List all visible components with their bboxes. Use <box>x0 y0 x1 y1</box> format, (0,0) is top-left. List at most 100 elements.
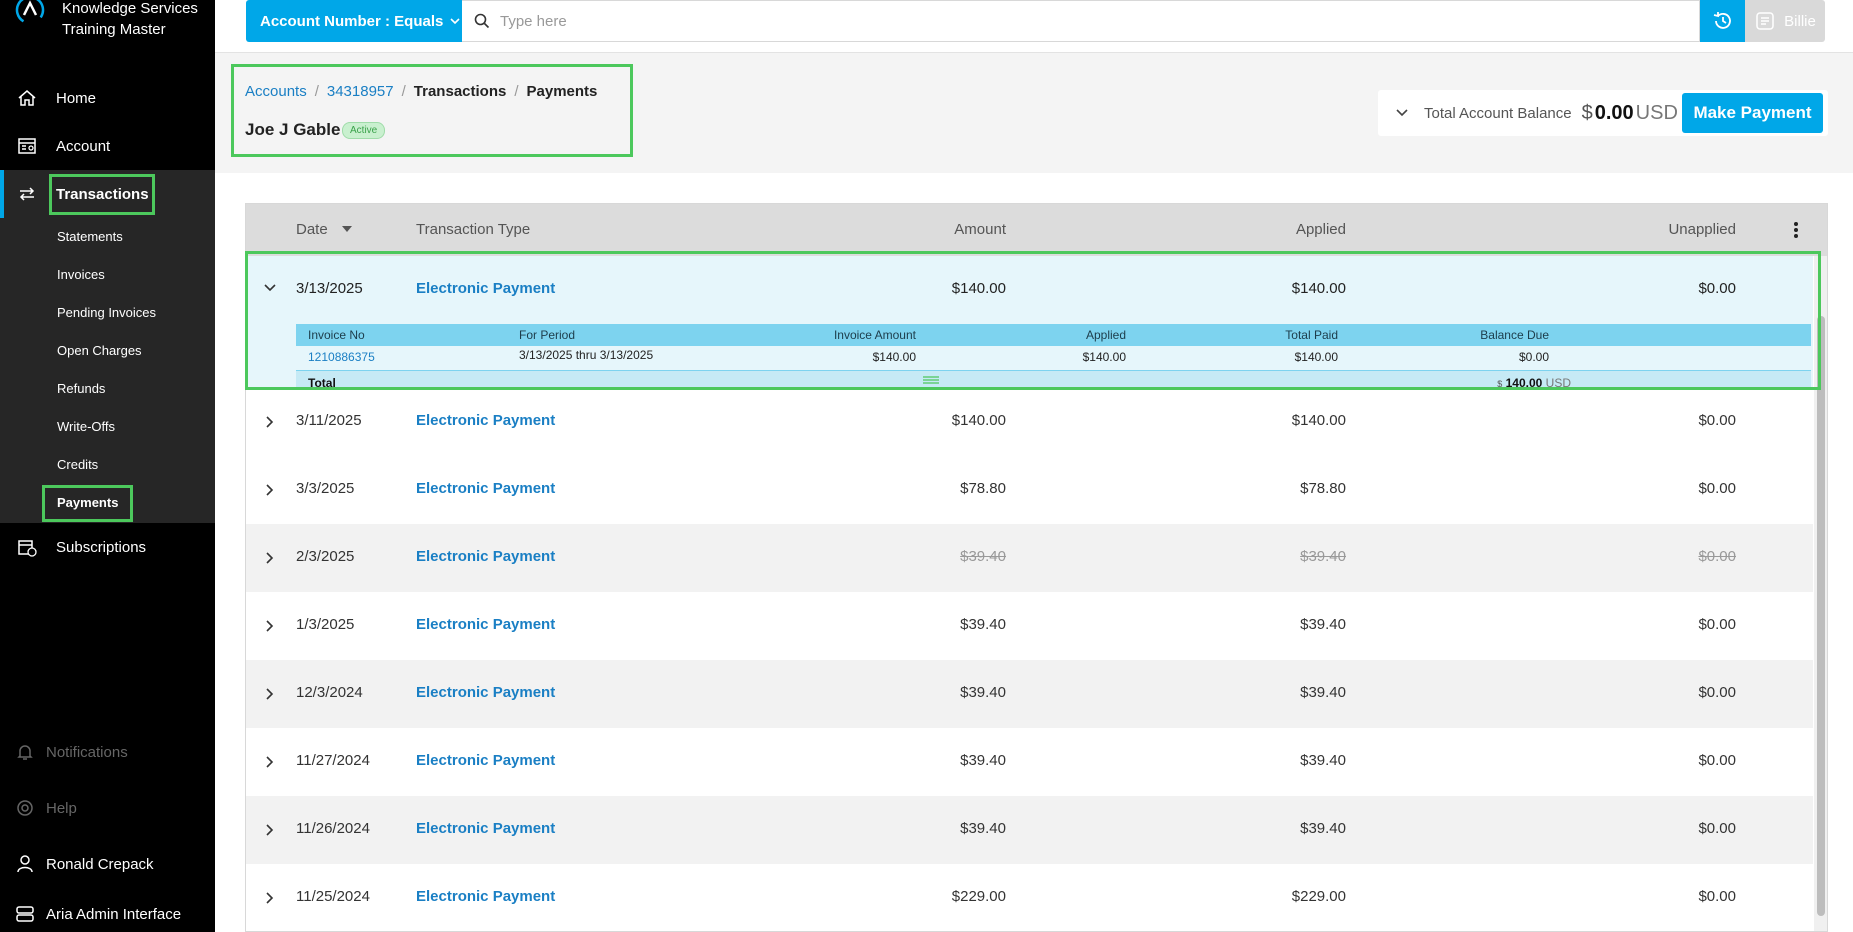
history-button[interactable] <box>1700 0 1745 42</box>
subscriptions-icon <box>16 536 38 558</box>
sub-balance-due: $0.00 <box>1518 350 1549 364</box>
row-type-link[interactable]: Electronic Payment <box>416 684 555 701</box>
sidebar-item-subscriptions[interactable]: Subscriptions <box>0 523 215 571</box>
sidebar-item-home[interactable]: Home <box>0 74 215 122</box>
more-options-icon[interactable] <box>1786 220 1806 240</box>
row-type-link[interactable]: Electronic Payment <box>416 548 555 565</box>
row-applied: $39.40 <box>1300 820 1346 837</box>
chevron-down-icon <box>450 18 460 25</box>
row-applied: $229.00 <box>1291 888 1346 905</box>
header-applied[interactable]: Applied <box>1106 221 1346 238</box>
submenu-item-statements[interactable]: Statements <box>57 227 123 247</box>
search-input[interactable] <box>500 12 1400 30</box>
billie-button[interactable]: Billie <box>1745 0 1825 42</box>
sidebar-item-label: Home <box>56 89 97 107</box>
row-type-link[interactable]: Electronic Payment <box>416 616 555 633</box>
search-filter-dropdown[interactable]: Account Number : Equals <box>246 0 462 42</box>
header-unapplied[interactable]: Unapplied <box>1496 221 1736 238</box>
row-amount: $229.00 <box>951 888 1006 905</box>
sidebar-item-account[interactable]: Account <box>0 122 215 170</box>
row-applied: $140.00 <box>1291 280 1346 297</box>
chevron-right-icon[interactable] <box>262 550 278 566</box>
breadcrumb-separator: / <box>314 83 319 100</box>
invoice-number-link[interactable]: 1210886375 <box>308 350 375 364</box>
sidebar-item-help[interactable]: Help <box>0 784 215 832</box>
search-filter-label: Account Number : Equals <box>260 12 444 30</box>
row-date: 1/3/2025 <box>296 616 355 633</box>
chevron-right-icon[interactable] <box>262 754 278 770</box>
sidebar-item-transactions[interactable]: Transactions <box>0 170 215 218</box>
scrollbar-thumb[interactable] <box>1817 316 1825 916</box>
breadcrumb-transactions: Transactions <box>413 83 507 100</box>
row-type-link[interactable]: Electronic Payment <box>416 280 555 297</box>
sidebar-item-label: Subscriptions <box>56 538 147 556</box>
user-icon <box>14 853 36 875</box>
sort-down-icon <box>341 226 352 232</box>
table-row[interactable]: 11/26/2024 Electronic Payment $39.40 $39… <box>246 796 1813 864</box>
chevron-right-icon[interactable] <box>262 618 278 634</box>
submenu-item-write-offs[interactable]: Write-Offs <box>57 417 115 437</box>
sidebar-item-label: Notifications <box>46 743 128 761</box>
breadcrumb-separator: / <box>401 83 406 100</box>
breadcrumb-separator: / <box>514 83 519 100</box>
sidebar-item-label: Aria Admin Interface <box>46 905 182 923</box>
table-row[interactable]: 12/3/2024 Electronic Payment $39.40 $39.… <box>246 660 1813 728</box>
table-row[interactable]: 1/3/2025 Electronic Payment $39.40 $39.4… <box>246 592 1813 660</box>
table-row[interactable]: 2/3/2025 Electronic Payment $39.40 $39.4… <box>246 524 1813 592</box>
breadcrumb: Accounts / 34318957 / Transactions / Pay… <box>245 83 597 100</box>
submenu-item-refunds[interactable]: Refunds <box>57 379 105 399</box>
table-row[interactable]: 11/25/2024 Electronic Payment $229.00 $2… <box>246 864 1813 931</box>
subtable-total-row: Total $ 140.00 USD <box>296 370 1811 390</box>
row-amount: $140.00 <box>951 280 1006 297</box>
resize-handle-icon[interactable] <box>923 376 939 384</box>
row-date: 2/3/2025 <box>296 548 355 565</box>
sidebar-item-user[interactable]: Ronald Crepack <box>0 840 215 888</box>
table-row[interactable]: 3/11/2025 Electronic Payment $140.00 $14… <box>246 388 1813 456</box>
chevron-down-icon[interactable] <box>1394 105 1410 121</box>
row-applied: $39.40 <box>1300 548 1346 565</box>
make-payment-button[interactable]: Make Payment <box>1682 93 1823 133</box>
transactions-icon <box>16 183 38 205</box>
brand[interactable]: Knowledge Services Training Master <box>14 0 198 45</box>
sidebar-item-notifications[interactable]: Notifications <box>0 728 215 776</box>
chevron-right-icon[interactable] <box>262 686 278 702</box>
chevron-down-icon[interactable] <box>262 280 278 296</box>
chevron-right-icon[interactable] <box>262 822 278 838</box>
submenu-item-pending-invoices[interactable]: Pending Invoices <box>57 303 156 323</box>
submenu-item-credits[interactable]: Credits <box>57 455 98 475</box>
row-unapplied: $0.00 <box>1698 752 1736 769</box>
submenu-item-payments[interactable]: Payments <box>57 493 118 513</box>
chevron-right-icon[interactable] <box>262 890 278 906</box>
submenu-item-invoices[interactable]: Invoices <box>57 265 105 285</box>
sub-header-balance-due: Balance Due <box>1480 328 1549 342</box>
row-type-link[interactable]: Electronic Payment <box>416 480 555 497</box>
row-type-link[interactable]: Electronic Payment <box>416 752 555 769</box>
header-date[interactable]: Date <box>296 221 352 238</box>
row-type-link[interactable]: Electronic Payment <box>416 888 555 905</box>
header-transaction-type[interactable]: Transaction Type <box>416 221 530 238</box>
submenu-item-open-charges[interactable]: Open Charges <box>57 341 142 361</box>
sub-total-paid: $140.00 <box>1294 350 1338 364</box>
row-date: 11/27/2024 <box>296 752 370 769</box>
header-amount[interactable]: Amount <box>766 221 1006 238</box>
row-unapplied: $0.00 <box>1698 480 1736 497</box>
table-row[interactable]: 3/3/2025 Electronic Payment $78.80 $78.8… <box>246 456 1813 524</box>
breadcrumb-accounts[interactable]: Accounts <box>245 83 307 100</box>
row-type-link[interactable]: Electronic Payment <box>416 820 555 837</box>
chevron-right-icon[interactable] <box>262 482 278 498</box>
row-type-link[interactable]: Electronic Payment <box>416 412 555 429</box>
breadcrumb-payments: Payments <box>526 83 598 100</box>
chevron-right-icon[interactable] <box>262 414 278 430</box>
table-row[interactable]: 11/27/2024 Electronic Payment $39.40 $39… <box>246 728 1813 796</box>
status-badge: Active <box>342 122 386 139</box>
row-unapplied: $0.00 <box>1698 548 1736 565</box>
sub-applied: $140.00 <box>1082 350 1126 364</box>
scrollbar[interactable] <box>1814 256 1827 931</box>
balance-value: 0.00 <box>1594 101 1634 124</box>
sidebar-item-admin[interactable]: Aria Admin Interface <box>0 896 215 932</box>
search-icon <box>474 13 490 29</box>
admin-icon <box>14 903 36 925</box>
sub-header-period: For Period <box>519 328 576 342</box>
table-header: Date Transaction Type Amount Applied Una… <box>246 204 1827 256</box>
breadcrumb-account-number[interactable]: 34318957 <box>327 83 394 100</box>
